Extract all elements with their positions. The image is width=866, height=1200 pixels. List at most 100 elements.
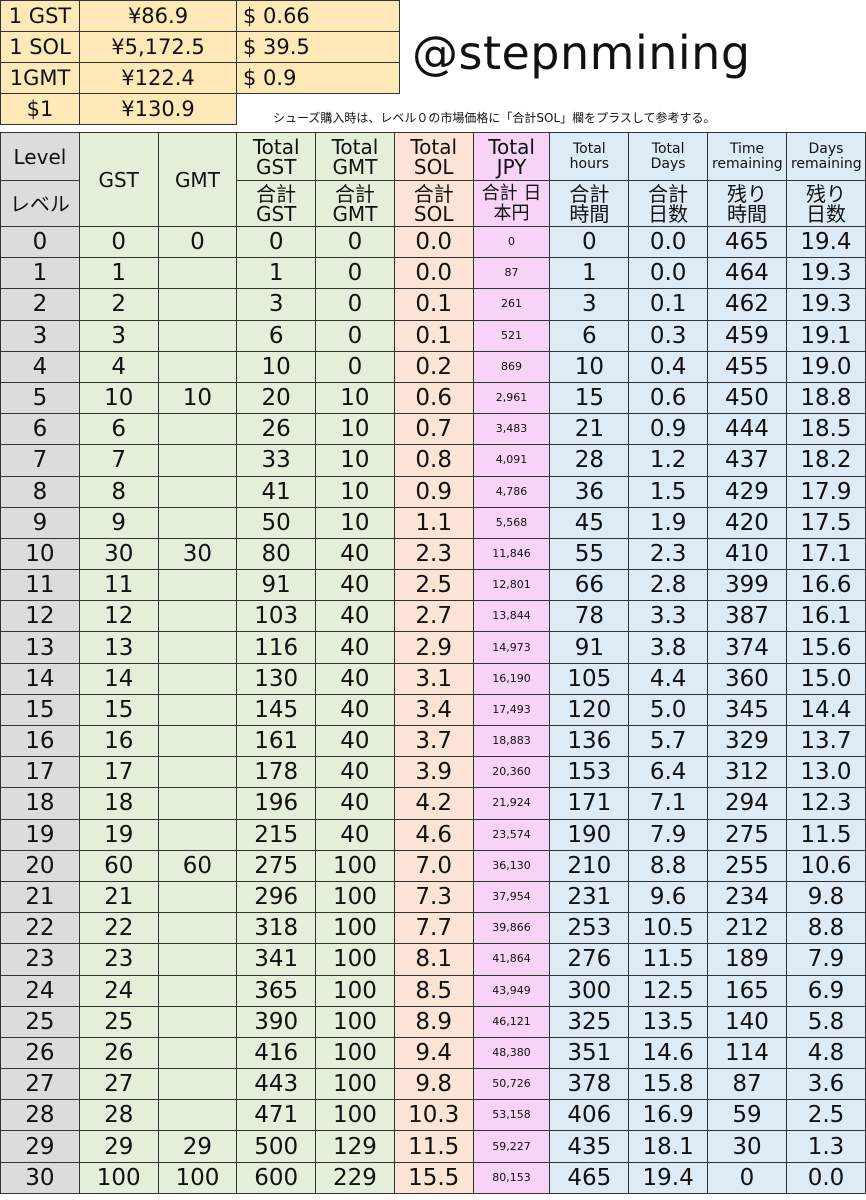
cell-total-days: 4.4: [628, 662, 709, 695]
cell-total-jpy: 37,954: [472, 880, 551, 914]
cell-total-sol: 4.2: [393, 787, 474, 820]
cell-gst: 23: [78, 943, 159, 976]
cell-total-days: 0.3: [628, 319, 709, 352]
cell-gst: 30: [78, 537, 159, 571]
cell-total-gmt: 40: [315, 724, 395, 758]
cell-level: 21: [0, 880, 80, 914]
header-days-remaining-jp-text: 残り 日数: [805, 181, 846, 226]
cell-total-gst: 33: [236, 444, 317, 477]
cell-days-remaining: 19.1: [785, 319, 866, 352]
cell-time-remaining: 165: [707, 974, 787, 1007]
cell-time-remaining: 87: [707, 1068, 787, 1101]
rate-usd: $ 0.9: [236, 62, 400, 94]
cell-total-gmt: 40: [315, 569, 395, 602]
cell-days-remaining: 19.3: [785, 257, 866, 290]
header-total-hours-jp: 合計 時間: [549, 180, 630, 227]
cell-gmt: [157, 818, 238, 851]
cell-days-remaining: 17.9: [785, 475, 866, 508]
cell-total-jpy: 869: [472, 350, 551, 383]
cell-total-hours: 171: [549, 787, 630, 820]
header-time-remaining-en-text: Time remaining: [711, 140, 783, 172]
cell-total-gmt: 0: [315, 288, 395, 321]
header-total-sol-jp: 合計 SOL: [393, 180, 474, 227]
cell-total-hours: 1: [549, 257, 630, 290]
cell-total-gst: 416: [236, 1036, 317, 1070]
cell-total-hours: 55: [549, 537, 630, 571]
cell-gmt: [157, 413, 238, 446]
header-time-remaining-en: Time remaining: [707, 132, 787, 181]
cell-total-gst: 196: [236, 787, 317, 820]
cell-total-days: 8.8: [628, 849, 709, 882]
cell-days-remaining: 4.8: [785, 1036, 866, 1070]
cell-total-hours: 351: [549, 1036, 630, 1070]
header-total-jpy-en: Total JPY: [472, 132, 551, 181]
cell-gmt: [157, 257, 238, 290]
cell-total-jpy: 43,949: [472, 974, 551, 1007]
cell-total-jpy: 13,844: [472, 600, 551, 633]
cell-days-remaining: 2.5: [785, 1099, 866, 1132]
cell-total-gmt: 0: [315, 319, 395, 352]
cell-gst: 17: [78, 756, 159, 789]
cell-total-jpy: 80,153: [472, 1161, 551, 1194]
cell-total-jpy: 14,973: [472, 631, 551, 664]
header-time-remaining-jp: 残り 時間: [707, 180, 787, 227]
cell-total-sol: 0.6: [393, 381, 474, 415]
table-row: 23 23 341 100 8.1 41,864 276 11.5 189 7.9: [0, 943, 866, 976]
cell-gst: 26: [78, 1036, 159, 1070]
cell-time-remaining: 360: [707, 662, 787, 695]
cell-total-sol: 4.6: [393, 818, 474, 851]
cell-total-gst: 275: [236, 849, 317, 882]
cell-gmt: 10: [157, 381, 238, 415]
cell-time-remaining: 255: [707, 849, 787, 882]
rate-unit: 1GMT: [0, 62, 80, 94]
cell-gst: 12: [78, 600, 159, 633]
cell-total-hours: 120: [549, 693, 630, 727]
cell-total-gst: 178: [236, 756, 317, 789]
cell-total-jpy: 521: [472, 319, 551, 352]
cell-total-gst: 50: [236, 506, 317, 539]
cell-level: 9: [0, 506, 80, 539]
cell-total-jpy: 2,961: [472, 381, 551, 415]
cell-total-gst: 318: [236, 912, 317, 945]
cell-level: 3: [0, 319, 80, 352]
cell-total-jpy: 11,846: [472, 537, 551, 571]
cell-total-jpy: 261: [472, 288, 551, 321]
cell-gst: 24: [78, 974, 159, 1007]
cell-level: 17: [0, 756, 80, 789]
cell-level: 11: [0, 569, 80, 602]
cell-total-sol: 8.1: [393, 943, 474, 976]
cell-total-gmt: 100: [315, 1099, 395, 1132]
cell-total-hours: 406: [549, 1099, 630, 1132]
cell-gst: 60: [78, 849, 159, 882]
cell-gst: 18: [78, 787, 159, 820]
cell-gmt: [157, 350, 238, 383]
cell-level: 15: [0, 693, 80, 727]
cell-total-hours: 66: [549, 569, 630, 602]
cell-gmt: [157, 506, 238, 539]
cell-time-remaining: 140: [707, 1005, 787, 1038]
cell-time-remaining: 275: [707, 818, 787, 851]
cell-gmt: [157, 880, 238, 914]
exchange-rate-table: 1 GST ¥86.9 $ 0.66 1 SOL ¥5,172.5 $ 39.5 1GMT ¥…: [0, 0, 400, 125]
table-row: 12 12 103 40 2.7 13,844 78 3.3 387 16.1: [0, 600, 866, 633]
cell-total-sol: 2.7: [393, 600, 474, 633]
cell-total-gmt: 40: [315, 600, 395, 633]
cell-gmt: [157, 475, 238, 508]
table-row: 9 9 50 10 1.1 5,568 45 1.9 420 17.5: [0, 506, 866, 539]
cell-days-remaining: 13.7: [785, 724, 866, 758]
cell-total-jpy: 3,483: [472, 413, 551, 446]
table-row: 19 19 215 40 4.6 23,574 190 7.9 275 11.5: [0, 818, 866, 851]
cell-days-remaining: 16.1: [785, 600, 866, 633]
cell-total-jpy: 59,227: [472, 1130, 551, 1163]
cell-time-remaining: 444: [707, 413, 787, 446]
cell-total-gmt: 40: [315, 537, 395, 571]
cell-gst: 9: [78, 506, 159, 539]
cell-total-jpy: 12,801: [472, 569, 551, 602]
table-row: 18 18 196 40 4.2 21,924 171 7.1 294 12.3: [0, 787, 866, 820]
cell-time-remaining: 294: [707, 787, 787, 820]
cell-gst: 29: [78, 1130, 159, 1163]
cell-total-gmt: 0: [315, 350, 395, 383]
cell-total-days: 19.4: [628, 1161, 709, 1194]
cell-gst: 13: [78, 631, 159, 664]
cell-time-remaining: 189: [707, 943, 787, 976]
